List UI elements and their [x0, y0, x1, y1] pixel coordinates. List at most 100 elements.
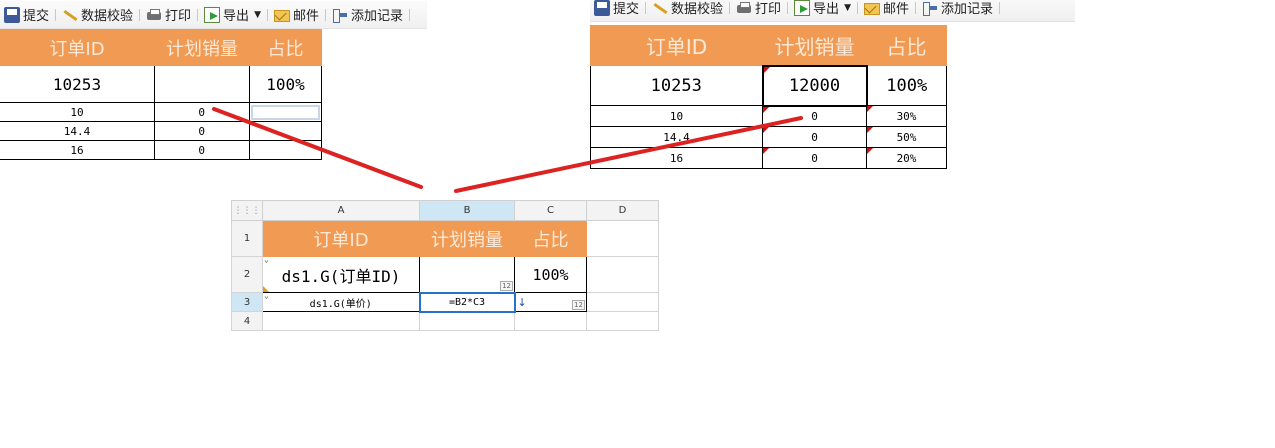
sales-cell: 0 [154, 140, 250, 160]
widget-badge: 12 [500, 280, 513, 291]
mail-button[interactable]: 邮件 [270, 4, 323, 26]
row-header-2[interactable]: 2 [231, 256, 263, 293]
toolbar-separator [55, 8, 57, 21]
header-ratio: 占比 [249, 29, 322, 66]
export-icon [794, 0, 811, 16]
caret-down-icon: ▼ [254, 9, 261, 20]
toolbar-separator [266, 8, 268, 21]
sales-cell: 0 [762, 105, 867, 127]
toolbar-separator [787, 1, 789, 14]
sales-cell: 0 [154, 102, 250, 122]
cell-b4[interactable] [419, 311, 515, 331]
print-button[interactable]: 打印 [732, 0, 785, 19]
cell-c2-text: 100% [532, 265, 569, 284]
cell-d4[interactable] [586, 311, 659, 331]
toolbar-separator [409, 8, 411, 21]
cell-b2[interactable]: 12 [419, 256, 515, 293]
validate-icon [652, 0, 668, 16]
column-header-a[interactable]: A [262, 200, 420, 221]
header-ratio[interactable]: 占比 [514, 220, 587, 257]
cell-b3-selected[interactable]: =B2*C3 [418, 291, 516, 313]
right-report-table: 订单ID 计划销量 占比 10253 12000 100% 10 0 30% 1… [590, 25, 947, 169]
toolbar-separator [139, 8, 141, 21]
cell-d2[interactable] [586, 256, 659, 293]
export-icon [204, 6, 221, 23]
order-id-cell: 10253 [590, 65, 763, 106]
designer-grid: ⋮⋮⋮ A B C D 1 订单ID 计划销量 占比 2 ⌄ ds1.G(订单I… [231, 200, 659, 331]
printer-icon [736, 0, 752, 16]
submit-icon [594, 0, 610, 16]
ratio-input[interactable]: 30% [866, 105, 947, 127]
expand-marker-icon [263, 286, 269, 292]
mail-icon [273, 9, 290, 22]
caret-down-icon: ▼ [844, 2, 851, 13]
ratio-input[interactable] [249, 102, 322, 122]
cell-c4[interactable] [514, 311, 587, 331]
ratio-input[interactable]: 50% [866, 126, 947, 148]
column-header-c[interactable]: C [514, 200, 587, 221]
left-report-table: 订单ID 计划销量 占比 10253 100% 10 0 14.4 0 16 0 [0, 29, 322, 160]
header-order-id[interactable]: 订单ID [262, 220, 420, 257]
export-button[interactable]: 导出 ▼ [200, 4, 265, 26]
validate-button[interactable]: 数据校验 [58, 4, 137, 26]
submit-button[interactable]: 提交 [590, 0, 643, 19]
arrow-down-icon: ↓ [517, 295, 527, 309]
price-cell: 16 [590, 147, 763, 169]
price-cell: 14.4 [590, 126, 763, 148]
column-header-b[interactable]: B [419, 200, 515, 221]
active-ratio-input[interactable] [251, 104, 320, 120]
ratio-input[interactable] [249, 140, 322, 160]
cell-a3[interactable]: ⌄ ds1.G(单价) [262, 292, 420, 312]
toolbar-separator [325, 8, 326, 21]
header-planned-sales: 计划销量 [154, 29, 250, 66]
column-header-d[interactable]: D [586, 200, 659, 221]
cell-c2[interactable]: 100% [514, 256, 587, 293]
cell-a2-text: ds1.G(订单ID) [281, 266, 401, 286]
toolbar-separator [856, 1, 858, 14]
cell-b3-formula: =B2*C3 [448, 296, 486, 308]
export-button[interactable]: 导出 ▼ [790, 0, 855, 19]
ratio-cell: 100% [249, 65, 322, 103]
toolbar-separator [645, 1, 647, 14]
price-cell: 16 [0, 140, 155, 160]
ratio-cell: 100% [866, 65, 947, 106]
toolbar-separator [999, 1, 1001, 14]
ratio-input[interactable] [249, 121, 322, 141]
printer-icon [146, 7, 162, 23]
widget-badge: 12 [572, 300, 585, 310]
cell-d3[interactable] [586, 292, 659, 312]
row-header-3[interactable]: 3 [231, 292, 263, 312]
order-id-cell: 10253 [0, 65, 155, 103]
mail-button[interactable]: 邮件 [860, 0, 913, 19]
header-planned-sales[interactable]: 计划销量 [419, 220, 515, 257]
submit-icon [4, 6, 20, 23]
add-record-button[interactable]: 添加记录 [918, 0, 997, 19]
price-cell: 10 [0, 102, 155, 122]
row-header-4[interactable]: 4 [231, 311, 263, 331]
mail-icon [863, 2, 880, 15]
cell-d1[interactable] [586, 220, 659, 257]
cell-c3[interactable]: ↓ 12 [514, 292, 587, 312]
add-record-icon [922, 0, 938, 16]
submit-button[interactable]: 提交 [0, 4, 53, 26]
left-toolbar: 提交 数据校验 打印 导出 ▼ 邮件 添加记录 [0, 1, 427, 29]
sales-cell: 0 [762, 147, 867, 169]
validate-button[interactable]: 数据校验 [648, 0, 727, 19]
toolbar-separator [915, 1, 916, 14]
cell-a2[interactable]: ⌄ ds1.G(订单ID) [262, 256, 420, 293]
header-order-id: 订单ID [0, 29, 155, 66]
cell-a3-text: ds1.G(单价) [309, 298, 372, 310]
header-order-id: 订单ID [590, 25, 763, 66]
add-record-button[interactable]: 添加记录 [328, 4, 407, 26]
ratio-input[interactable]: 20% [866, 147, 947, 169]
expand-down-icon: ⌄ [264, 256, 269, 265]
planned-sales-input[interactable] [154, 65, 250, 103]
select-all-corner[interactable]: ⋮⋮⋮ [231, 200, 263, 221]
row-header-1[interactable]: 1 [231, 220, 263, 257]
print-button[interactable]: 打印 [142, 4, 195, 26]
planned-sales-input[interactable]: 12000 [761, 64, 868, 107]
toolbar-separator [729, 1, 731, 14]
cell-a4[interactable] [262, 311, 420, 331]
header-planned-sales: 计划销量 [762, 25, 867, 66]
toolbar-separator [197, 8, 199, 21]
